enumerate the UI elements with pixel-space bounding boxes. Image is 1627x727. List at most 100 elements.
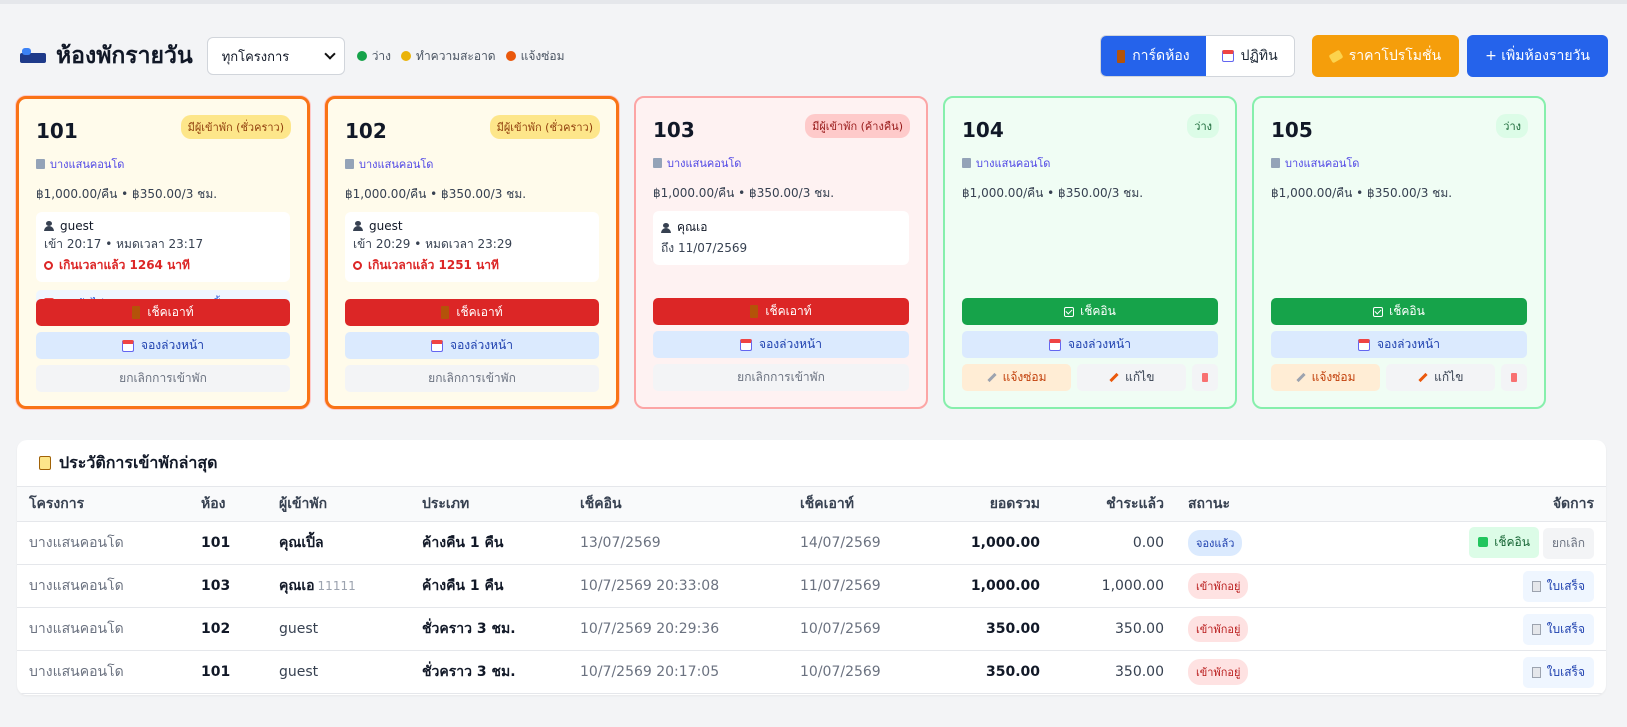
check-icon (1064, 306, 1075, 317)
room-project-label: บางแสนคอนโด (667, 157, 742, 170)
repair-button[interactable]: แจ้งซ่อม (1271, 364, 1381, 391)
advance-booking-button[interactable]: จองล่วงหน้า (962, 331, 1218, 358)
trash-icon (1202, 373, 1209, 382)
stay-times: เข้า 20:29 • หมดเวลา 23:29 (353, 237, 513, 251)
checkout-button[interactable]: เช็คเอาท์ (345, 299, 599, 326)
overdue-text: เกินเวลาแล้ว 1251 นาที (368, 258, 499, 272)
page-header: ห้องพักรายวัน ทุกโครงการ ว่าง ทำความสะอา… (20, 35, 1608, 77)
cell-status: เข้าพักอยู่ (1176, 607, 1296, 651)
advance-booking-label: จองล่วงหน้า (759, 337, 822, 351)
bed-icon (20, 47, 46, 65)
legend-label: ว่าง (371, 48, 392, 63)
status-badge: ว่าง (1187, 114, 1219, 138)
building-icon (36, 159, 45, 169)
cancel-stay-button[interactable]: ยกเลิกการเข้าพัก (345, 365, 599, 392)
person-icon (353, 221, 363, 231)
cell-paid: 350.00 (1052, 650, 1176, 694)
cell-type: ค้างคืน 1 คืน (410, 564, 568, 608)
cancel-stay-button[interactable]: ยกเลิกการเข้าพัก (36, 365, 290, 392)
edit-button[interactable]: แก้ไข (1077, 364, 1187, 391)
cell-actions: เช็คอิน ยกเลิก (1296, 521, 1606, 565)
checkout-label: เช็คเอาท์ (765, 304, 812, 318)
view-card-button[interactable]: การ์ดห้อง (1101, 36, 1206, 76)
room-card-105[interactable]: 105 ว่าง บางแสนคอนโด ฿1,000.00/คืน • ฿35… (1252, 96, 1546, 409)
receipt-button[interactable]: ใบเสร็จ (1522, 656, 1594, 688)
delete-button[interactable] (1501, 364, 1527, 391)
view-card-label: การ์ดห้อง (1132, 48, 1190, 64)
card-actions: เช็คเอาท์ จองล่วงหน้า ยกเลิกการเข้าพัก (653, 298, 909, 397)
cell-total: 350.00 (938, 650, 1052, 694)
guest-info: guest เข้า 20:29 • หมดเวลา 23:29 เกินเวล… (345, 212, 599, 282)
alarm-clock-icon (353, 261, 362, 270)
receipt-button[interactable]: ใบเสร็จ (1522, 570, 1594, 602)
checkout-button[interactable]: เช็คเอาท์ (36, 299, 290, 326)
repair-label: แจ้งซ่อม (1311, 370, 1356, 384)
history-title: ประวัติการเข้าพักล่าสุด (17, 440, 1606, 486)
room-price: ฿1,000.00/คืน • ฿350.00/3 ชม. (345, 187, 527, 201)
calendar-icon (740, 338, 753, 351)
promo-price-button[interactable]: ราคาโปรโมชั่น (1311, 35, 1460, 77)
advance-booking-button[interactable]: จองล่วงหน้า (1271, 331, 1527, 358)
project-filter-select[interactable]: ทุกโครงการ (206, 37, 345, 75)
cell-project: บางแสนคอนโด (17, 607, 189, 651)
receipt-icon (1531, 623, 1541, 635)
status-badge: เข้าพักอยู่ (1188, 573, 1249, 599)
guest-name: คุณเอ (279, 578, 315, 594)
orange-dot-icon (505, 51, 516, 61)
stay-until: ถึง 11/07/2569 (661, 241, 748, 255)
room-card-101[interactable]: 101 มีผู้เข้าพัก (ชั่วคราว) บางแสนคอนโด … (16, 96, 310, 409)
page-title: ห้องพักรายวัน (20, 38, 193, 74)
col-project: โครงการ (29, 496, 85, 512)
advance-booking-button[interactable]: จองล่วงหน้า (36, 332, 290, 359)
edit-label: แก้ไข (1125, 370, 1155, 384)
top-border (0, 0, 1627, 4)
col-total: ยอดรวม (989, 496, 1040, 512)
repair-button[interactable]: แจ้งซ่อม (962, 364, 1072, 391)
checkin-button[interactable]: เช็คอิน (1271, 298, 1527, 325)
view-calendar-button[interactable]: ปฏิทิน (1205, 36, 1294, 76)
row-checkin-button[interactable]: เช็คอิน (1469, 526, 1539, 558)
edit-button[interactable]: แก้ไข (1386, 364, 1496, 391)
receipt-button[interactable]: ใบเสร็จ (1522, 613, 1594, 645)
add-daily-room-button[interactable]: + เพิ่มห้องรายวัน (1467, 35, 1608, 77)
room-card-102[interactable]: 102 มีผู้เข้าพัก (ชั่วคราว) บางแสนคอนโด … (325, 96, 619, 409)
history-title-text: ประวัติการเข้าพักล่าสุด (59, 452, 218, 472)
checkin-label: เช็คอิน (1389, 304, 1425, 318)
checkin-button[interactable]: เช็คอิน (962, 298, 1218, 325)
cancel-stay-button[interactable]: ยกเลิกการเข้าพัก (653, 364, 909, 391)
row-cancel-button[interactable]: ยกเลิก (1542, 528, 1594, 560)
card-secondary-actions: แจ้งซ่อม แก้ไข (1271, 364, 1527, 397)
room-price: ฿1,000.00/คืน • ฿350.00/3 ชม. (653, 186, 835, 200)
table-header-row: โครงการ ห้อง ผู้เข้าพัก ประเภท เช็คอิน เ… (17, 486, 1606, 522)
col-type: ประเภท (422, 496, 470, 512)
calendar-icon (1049, 338, 1062, 351)
status-badge: เข้าพักอยู่ (1188, 616, 1249, 642)
header-actions: การ์ดห้อง ปฏิทิน ราคาโปรโมชั่น + เพิ่มห้… (1100, 35, 1608, 77)
cell-checkin: 10/7/2569 20:33:08 (568, 564, 788, 608)
room-card-103[interactable]: 103 มีผู้เข้าพัก (ค้างคืน) บางแสนคอนโด ฿… (634, 96, 928, 409)
table-row: บางแสนคอนโด 102 guest ชั่วคราว 3 ชม. 10/… (17, 607, 1606, 651)
cell-paid: 350.00 (1052, 607, 1176, 651)
door-icon (1117, 49, 1126, 63)
stay-times: เข้า 20:17 • หมดเวลา 23:17 (44, 237, 204, 251)
cell-status: เข้าพักอยู่ (1176, 564, 1296, 608)
person-icon (44, 221, 54, 231)
green-dot-icon (356, 51, 367, 61)
room-cards: 101 มีผู้เข้าพัก (ชั่วคราว) บางแสนคอนโด … (16, 96, 1561, 409)
delete-button[interactable] (1192, 364, 1218, 391)
cell-checkout: 11/07/2569 (788, 564, 938, 608)
guest-name: guest (353, 219, 591, 233)
room-project: บางแสนคอนโด (1271, 154, 1527, 172)
advance-booking-button[interactable]: จองล่วงหน้า (345, 332, 599, 359)
room-project-label: บางแสนคอนโด (976, 157, 1051, 170)
checkout-button[interactable]: เช็คเอาท์ (653, 298, 909, 325)
room-project: บางแสนคอนโด (36, 155, 290, 173)
receipt-icon (1531, 666, 1541, 678)
stay-history-panel: ประวัติการเข้าพักล่าสุด โครงการ ห้อง ผู้… (17, 440, 1606, 695)
guest-name-text: guest (369, 219, 403, 233)
advance-booking-button[interactable]: จองล่วงหน้า (653, 331, 909, 358)
check-icon (1373, 306, 1384, 317)
cell-actions: ใบเสร็จ (1296, 650, 1606, 694)
room-card-104[interactable]: 104 ว่าง บางแสนคอนโด ฿1,000.00/คืน • ฿35… (943, 96, 1237, 409)
room-price: ฿1,000.00/คืน • ฿350.00/3 ชม. (36, 187, 218, 201)
